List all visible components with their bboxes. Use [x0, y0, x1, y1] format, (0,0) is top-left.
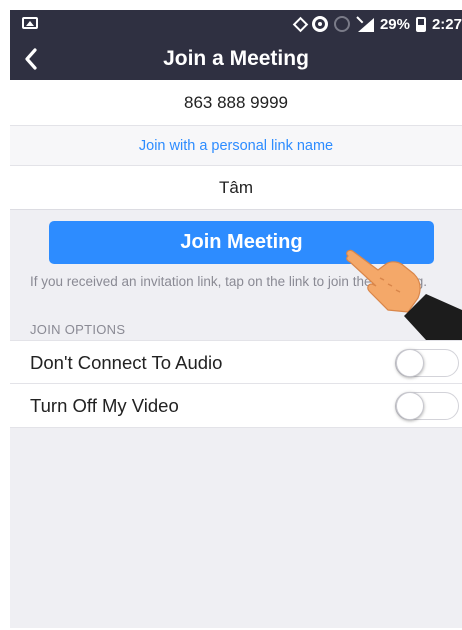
option-row-audio: Don't Connect To Audio: [10, 340, 462, 384]
alarm-icon: [333, 16, 350, 32]
app-screen: 29% 2:27 Join a Meeting 863 888 9999 Joi…: [10, 10, 462, 628]
join-options-header: JOIN OPTIONS: [30, 322, 126, 337]
toggle-knob: [396, 349, 424, 377]
hotspot-icon: [311, 16, 328, 32]
status-icons: 29% 2:27: [292, 15, 462, 33]
page-title: Join a Meeting: [163, 47, 309, 70]
signal-icon: [356, 16, 374, 32]
option-label-audio: Don't Connect To Audio: [30, 352, 223, 373]
battery-icon: [415, 16, 426, 32]
battery-percent: 29%: [379, 15, 410, 33]
clock: 2:27: [431, 15, 462, 33]
option-row-video: Turn Off My Video: [10, 384, 462, 428]
video-toggle[interactable]: [395, 392, 459, 420]
status-bar: 29% 2:27: [10, 10, 462, 38]
join-meeting-button[interactable]: Join Meeting: [49, 221, 434, 264]
display-name-input[interactable]: Tâm: [10, 166, 462, 210]
audio-toggle[interactable]: [395, 349, 459, 377]
sync-icon: [292, 16, 309, 32]
chevron-left-icon: [25, 48, 37, 70]
image-icon: [22, 17, 38, 29]
toggle-knob: [396, 392, 424, 420]
invitation-hint: If you received an invitation link, tap …: [30, 274, 427, 289]
meeting-id-input[interactable]: 863 888 9999: [10, 80, 462, 126]
personal-link-button[interactable]: Join with a personal link name: [10, 126, 462, 166]
nav-bar: Join a Meeting: [10, 38, 462, 80]
option-label-video: Turn Off My Video: [30, 395, 179, 416]
back-button[interactable]: [20, 42, 50, 76]
